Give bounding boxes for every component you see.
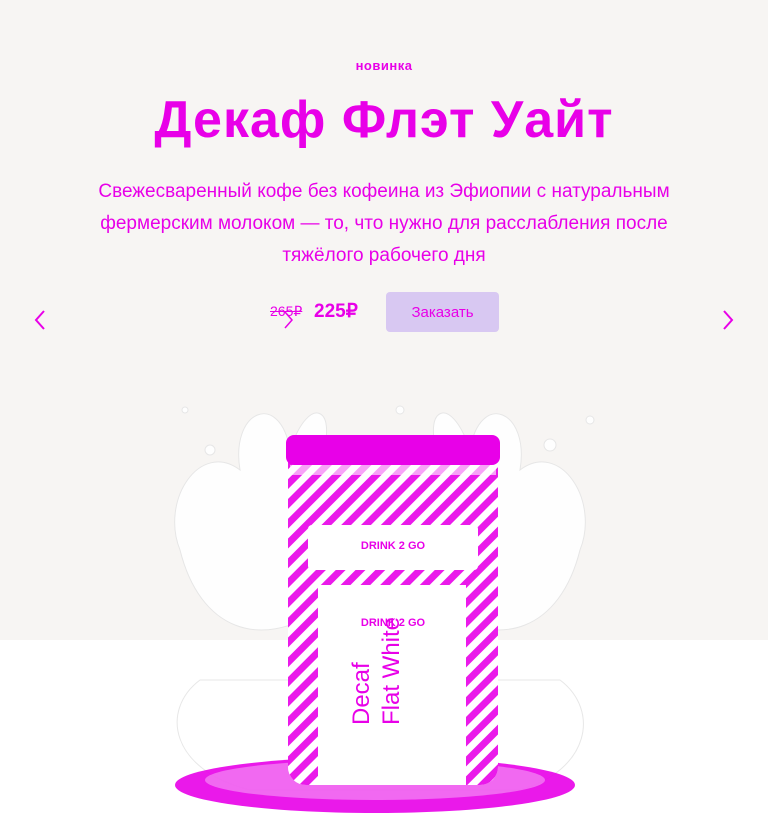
can-name-line2: Flat White	[378, 617, 405, 725]
product-image: DRINK 2 GO DRINK 2 GO Decaf Flat White	[174, 405, 595, 813]
chevron-right-icon	[284, 311, 293, 329]
brand-logo-top: DRINK 2 GO	[361, 540, 426, 552]
current-price: 225₽	[314, 301, 358, 322]
new-badge: новинка	[355, 58, 413, 73]
product-description: Свежесваренный кофе без кофеина из Эфиоп…	[98, 181, 670, 266]
order-button[interactable]: Заказать	[386, 292, 499, 332]
can-name-line1: Decaf	[348, 662, 375, 725]
product-title: Декаф Флэт Уайт	[154, 91, 614, 149]
price-row: 265₽ 225₽ Заказать	[0, 292, 768, 332]
